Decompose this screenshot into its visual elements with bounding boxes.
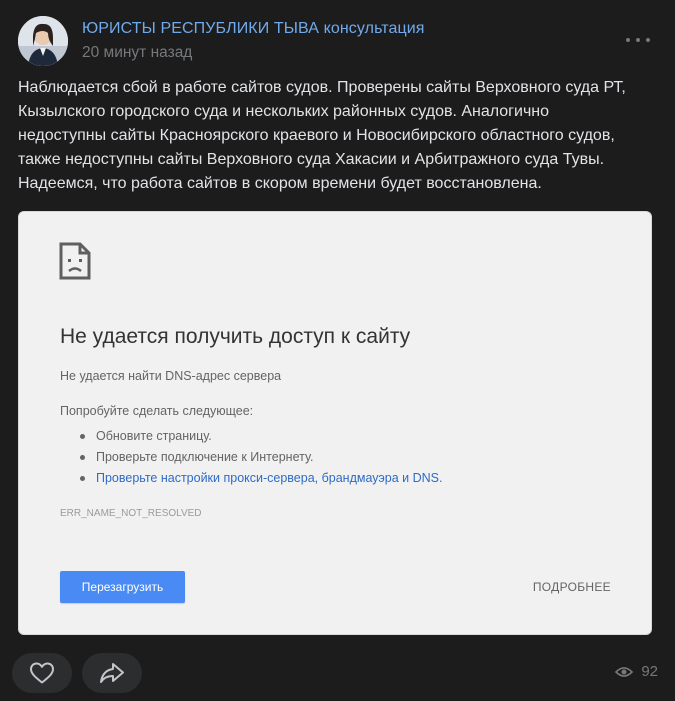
post-time[interactable]: 20 минут назад (82, 44, 192, 62)
views-count: 92 (641, 663, 658, 680)
avatar[interactable] (18, 16, 68, 66)
post-text-line: также недоступны сайты Верховного суда Х… (18, 151, 605, 168)
details-button: ПОДРОБНЕЕ (532, 580, 611, 594)
share-icon (100, 663, 124, 683)
suggestion-item: Обновите страницу. (78, 426, 442, 447)
more-options-icon[interactable] (626, 30, 650, 50)
attached-screenshot[interactable]: Не удается получить доступ к сайту Не уд… (18, 211, 652, 635)
reload-button: Перезагрузить (60, 571, 185, 603)
error-try-label: Попробуйте сделать следующее: (60, 404, 254, 418)
error-title: Не удается получить доступ к сайту (60, 325, 411, 348)
post-text-line: Наблюдается сбой в работе сайтов судов. … (18, 79, 626, 96)
like-button[interactable] (12, 653, 72, 693)
error-subtitle: Не удается найти DNS-адрес сервера (60, 369, 282, 383)
post: ЮРИСТЫ РЕСПУБЛИКИ ТЫВА консультация 20 м… (0, 0, 675, 701)
share-button[interactable] (82, 653, 142, 693)
post-text-line: Надеемся, что работа сайтов в скором вре… (18, 175, 542, 192)
error-code: ERR_NAME_NOT_RESOLVED (60, 508, 202, 519)
suggestion-link: Проверьте настройки прокси-сервера, бран… (78, 468, 442, 489)
eye-icon (615, 666, 634, 677)
error-suggestions: Обновите страницу. Проверьте подключение… (78, 426, 442, 489)
sad-page-icon (59, 242, 91, 280)
heart-icon (30, 662, 54, 684)
suggestion-item: Проверьте подключение к Интернету. (78, 447, 442, 468)
post-header: ЮРИСТЫ РЕСПУБЛИКИ ТЫВА консультация 20 м… (18, 16, 658, 68)
views-counter: 92 (615, 663, 658, 680)
post-text-line: недоступны сайты Красноярского краевого … (18, 127, 615, 144)
post-footer: 92 (12, 653, 658, 693)
post-text: Наблюдается сбой в работе сайтов судов. … (18, 76, 658, 196)
post-text-line: Кызылского городского суда и нескольких … (18, 103, 550, 120)
author-name[interactable]: ЮРИСТЫ РЕСПУБЛИКИ ТЫВА консультация (82, 20, 425, 38)
